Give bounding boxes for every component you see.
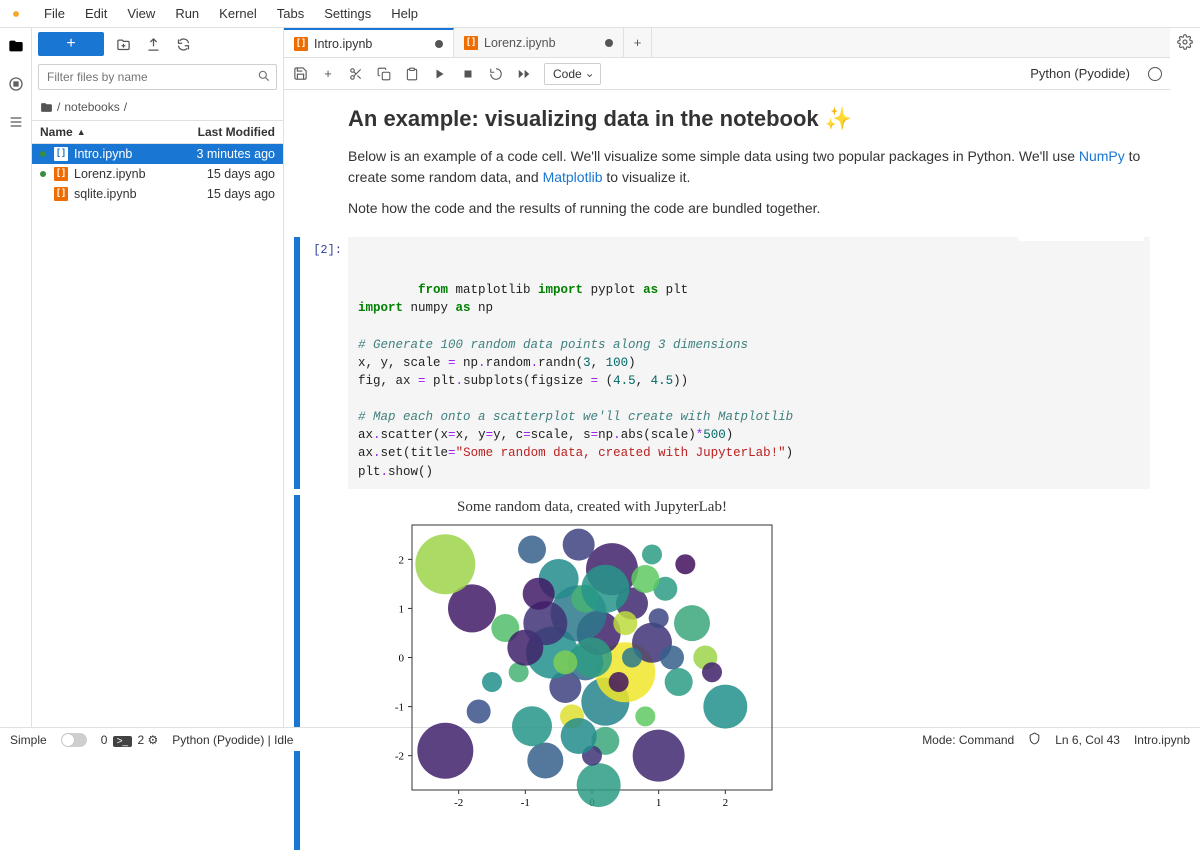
unsaved-dot-icon [435,40,443,48]
kernel-count-icon: ⚙ [148,733,159,747]
document-tab[interactable]: Lorenz.ipynb [454,28,624,57]
copy-icon[interactable] [376,66,392,82]
numpy-link[interactable]: NumPy [1079,148,1125,164]
execution-count: [2]: [308,237,348,489]
tab-bar: Intro.ipynbLorenz.ipynb + [284,28,1170,58]
document-tab[interactable]: Intro.ipynb [284,28,454,57]
menu-help[interactable]: Help [381,2,428,25]
activity-bar [0,28,32,727]
menu-view[interactable]: View [117,2,165,25]
file-row[interactable]: Lorenz.ipynb15 days ago [32,164,283,184]
output-collapser[interactable] [294,495,300,850]
cell-toolbar: ↑ ↓ [1018,237,1144,241]
cell-type-select[interactable]: Code [544,63,601,85]
file-browser: + /notebooks/ Name ▲ Last Modified Intro… [32,28,284,727]
md-paragraph: Note how the code and the results of run… [348,198,1150,219]
simple-label: Simple [10,733,47,747]
interrupt-icon[interactable] [460,66,476,82]
md-paragraph: Below is an example of a code cell. We'l… [348,146,1150,188]
terminal-icon: >_ [113,736,132,747]
markdown-cell[interactable]: An example: visualizing data in the note… [348,106,1150,219]
svg-text:2: 2 [723,797,729,809]
new-folder-icon[interactable] [112,33,134,55]
menu-kernel[interactable]: Kernel [209,2,267,25]
code-cell[interactable]: [2]: from matplotlib import pyplot as pl… [294,237,1150,489]
mode-indicator: Mode: Command [922,733,1014,747]
notebook-icon [294,37,308,51]
running-dot-icon [40,151,46,157]
svg-text:1: 1 [399,603,405,615]
upload-icon[interactable] [142,33,164,55]
matplotlib-output: Some random data, created with JupyterLa… [362,495,782,850]
svg-text:-1: -1 [395,701,404,713]
svg-text:2: 2 [399,554,405,566]
filter-input[interactable] [38,64,277,90]
chart-title: Some random data, created with JupyterLa… [412,499,772,516]
cut-icon[interactable] [348,66,364,82]
status-file-name: Intro.ipynb [1134,733,1190,747]
svg-text:-1: -1 [521,797,530,809]
main-area: + /notebooks/ Name ▲ Last Modified Intro… [0,28,1200,727]
kernel-status-icon[interactable] [1148,67,1162,81]
toc-icon[interactable] [6,112,26,132]
kernel-name[interactable]: Python (Pyodide) [1030,66,1130,81]
output-cell: Some random data, created with JupyterLa… [294,495,1150,850]
md-heading: An example: visualizing data in the note… [348,106,1150,132]
col-name-header[interactable]: Name [40,125,73,139]
run-all-icon[interactable] [516,66,532,82]
sort-icon: ▲ [77,127,86,137]
breadcrumb[interactable]: /notebooks/ [32,94,283,120]
add-tab-button[interactable]: + [624,28,652,57]
svg-text:1: 1 [656,797,662,809]
move-up-icon[interactable]: ↑ [1045,237,1053,239]
delete-cell-icon[interactable] [1127,237,1140,239]
notebook-icon [54,147,68,161]
menu-bar: FileEditViewRunKernelTabsSettingsHelp [0,0,1200,28]
notebook-icon [54,167,68,181]
col-modified-header[interactable]: Last Modified [198,125,275,139]
new-launcher-button[interactable]: + [38,32,104,56]
menu-settings[interactable]: Settings [314,2,381,25]
notebook-icon [464,36,478,50]
menu-run[interactable]: Run [165,2,209,25]
paste-icon[interactable] [404,66,420,82]
insert-above-icon[interactable] [1081,237,1094,239]
insert-cell-icon[interactable]: + [320,66,336,82]
running-dot-icon [40,171,46,177]
terminals-count[interactable]: 0 >_ 2 ⚙ [101,733,159,747]
insert-below-icon[interactable] [1104,237,1117,239]
running-icon[interactable] [6,74,26,94]
menu-tabs[interactable]: Tabs [267,2,314,25]
sparkles-icon: ✨ [825,106,852,132]
cursor-position[interactable]: Ln 6, Col 43 [1055,733,1120,747]
file-row[interactable]: sqlite.ipynb15 days ago [32,184,283,204]
run-icon[interactable] [432,66,448,82]
restart-icon[interactable] [488,66,504,82]
svg-text:-2: -2 [395,750,404,762]
matplotlib-link[interactable]: Matplotlib [543,169,603,185]
save-icon[interactable] [292,66,308,82]
refresh-icon[interactable] [172,33,194,55]
menu-file[interactable]: File [34,2,75,25]
dock-panel: Intro.ipynbLorenz.ipynb + + Code Python … [284,28,1200,727]
code-editor[interactable]: from matplotlib import pyplot as plt imp… [348,237,1150,489]
svg-text:0: 0 [399,652,405,664]
cell-collapser[interactable] [294,237,300,489]
folder-icon[interactable] [6,36,26,56]
trust-icon[interactable] [1028,732,1041,748]
svg-text:-2: -2 [454,797,463,809]
menu-edit[interactable]: Edit [75,2,117,25]
unsaved-dot-icon [605,39,613,47]
simple-toggle[interactable] [61,733,87,747]
kernel-status-text[interactable]: Python (Pyodide) | Idle [172,733,293,747]
notebook-toolbar: + Code Python (Pyodide) [284,58,1170,90]
move-down-icon[interactable]: ↓ [1063,237,1071,239]
duplicate-icon[interactable] [1022,237,1035,239]
jupyter-logo-icon [8,6,24,22]
search-icon [257,69,271,86]
notebook-icon [54,187,68,201]
file-row[interactable]: Intro.ipynb3 minutes ago [32,144,283,164]
